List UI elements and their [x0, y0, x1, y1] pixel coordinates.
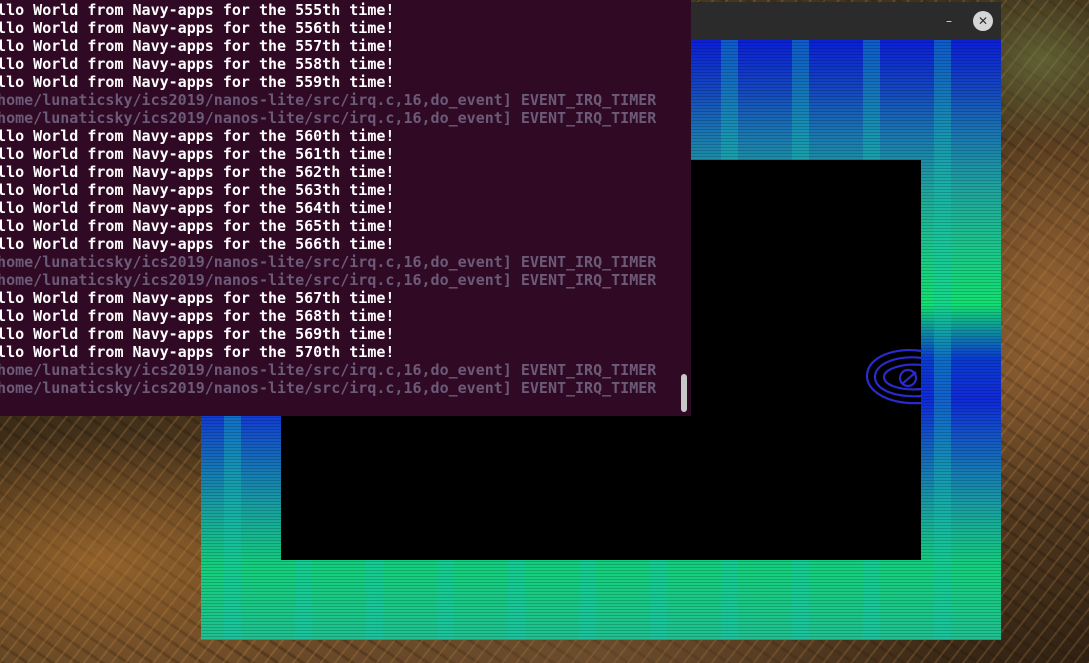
terminal-irq-line: [/home/lunaticsky/ics2019/nanos-lite/src… — [0, 271, 657, 289]
terminal-hello-line: Hello World from Navy-apps for the 559th… — [0, 73, 395, 91]
terminal-hello-line: Hello World from Navy-apps for the 560th… — [0, 127, 395, 145]
terminal-hello-line: Hello World from Navy-apps for the 567th… — [0, 289, 395, 307]
terminal-window[interactable]: Hello World from Navy-apps for the 555th… — [0, 0, 691, 416]
terminal-hello-line: Hello World from Navy-apps for the 564th… — [0, 199, 395, 217]
terminal-hello-line: Hello World from Navy-apps for the 557th… — [0, 37, 395, 55]
terminal-hello-line: Hello World from Navy-apps for the 562th… — [0, 163, 395, 181]
terminal-hello-line: Hello World from Navy-apps for the 566th… — [0, 235, 395, 253]
terminal-irq-line: [/home/lunaticsky/ics2019/nanos-lite/src… — [0, 253, 657, 271]
close-icon: ✕ — [977, 14, 989, 28]
close-button[interactable]: ✕ — [973, 11, 993, 31]
terminal-irq-line: [/home/lunaticsky/ics2019/nanos-lite/src… — [0, 91, 657, 109]
terminal-hello-line: Hello World from Navy-apps for the 565th… — [0, 217, 395, 235]
terminal-hello-line: Hello World from Navy-apps for the 569th… — [0, 325, 395, 343]
minimize-icon: – — [946, 14, 952, 28]
terminal-scrollbar[interactable] — [681, 374, 687, 412]
terminal-hello-line: Hello World from Navy-apps for the 558th… — [0, 55, 395, 73]
terminal-hello-line: Hello World from Navy-apps for the 555th… — [0, 1, 395, 19]
terminal-hello-line: Hello World from Navy-apps for the 568th… — [0, 307, 395, 325]
terminal-hello-line: Hello World from Navy-apps for the 556th… — [0, 19, 395, 37]
terminal-output: Hello World from Navy-apps for the 555th… — [0, 1, 656, 397]
minimize-button[interactable]: – — [939, 11, 959, 31]
terminal-irq-line: [/home/lunaticsky/ics2019/nanos-lite/src… — [0, 379, 657, 397]
navy-logo-icon — [865, 349, 923, 405]
terminal-irq-line: [/home/lunaticsky/ics2019/nanos-lite/src… — [0, 361, 657, 379]
terminal-hello-line: Hello World from Navy-apps for the 570th… — [0, 343, 395, 361]
terminal-irq-line: [/home/lunaticsky/ics2019/nanos-lite/src… — [0, 109, 657, 127]
terminal-hello-line: Hello World from Navy-apps for the 563th… — [0, 181, 395, 199]
terminal-hello-line: Hello World from Navy-apps for the 561th… — [0, 145, 395, 163]
